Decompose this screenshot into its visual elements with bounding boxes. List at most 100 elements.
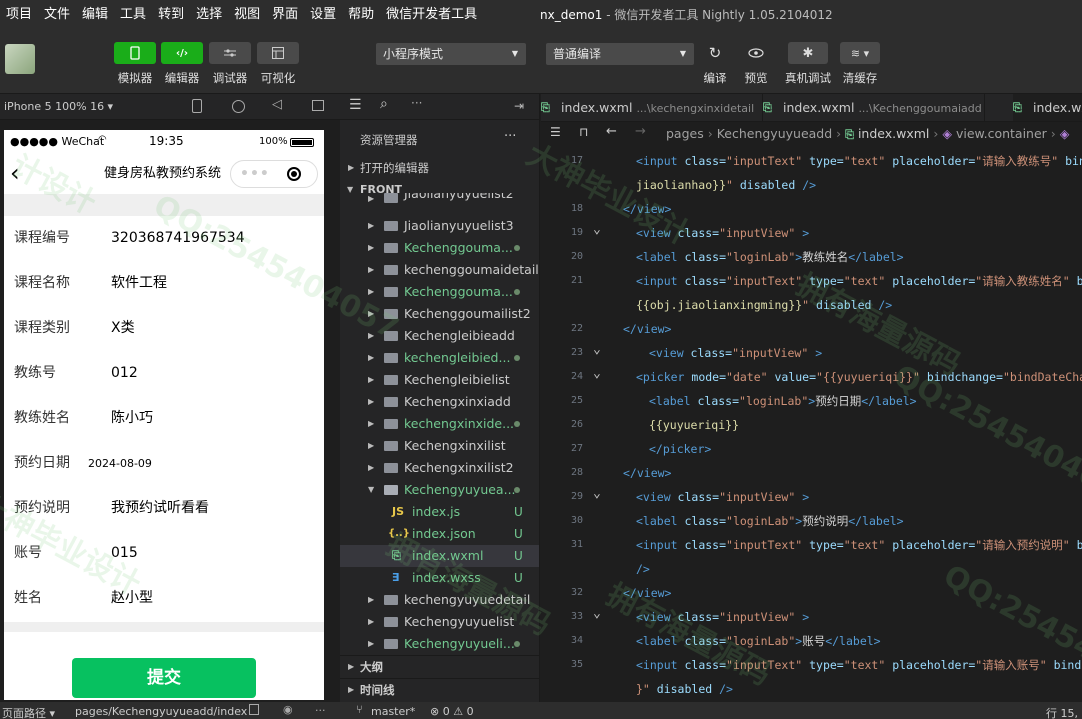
menu-item[interactable]: 设置 <box>304 0 342 30</box>
simulator-header: iPhone 5 100% 16 ▾ ◁ <box>0 94 340 120</box>
outline-section[interactable]: ▶ 大纲 <box>340 655 539 677</box>
preview-button[interactable] <box>741 42 771 64</box>
tree-folder[interactable]: ▶ Kechenggouma... <box>340 281 539 303</box>
tree-folder[interactable]: ▶ Kechengleibielist <box>340 369 539 391</box>
tree-folder[interactable]: ▶ Kechengxinxilist <box>340 435 539 457</box>
menu-item[interactable]: 视图 <box>228 0 266 30</box>
mode-select[interactable]: 小程序模式 ▼ <box>376 43 526 65</box>
submit-button[interactable]: 提交 <box>72 658 256 698</box>
list-icon[interactable]: ☰ <box>550 125 561 139</box>
open-editors-section[interactable]: ▶ 打开的编辑器 <box>340 157 539 179</box>
files-icon[interactable]: ☰ <box>349 97 362 113</box>
tree-file[interactable]: ⎘ index.wxml U <box>340 545 539 567</box>
menu-item[interactable]: 工具 <box>114 0 152 30</box>
copy-icon[interactable] <box>249 704 259 715</box>
menu-item[interactable]: 编辑 <box>76 0 114 30</box>
tree-folder[interactable]: ▶ kechenggoumaidetail <box>340 259 539 281</box>
record-icon[interactable] <box>232 100 245 113</box>
tree-folder[interactable]: ▶ Jiaolianyuyuelist3 <box>340 215 539 237</box>
popout-icon[interactable] <box>312 100 324 111</box>
menu-item[interactable]: 转到 <box>152 0 190 30</box>
layers-icon: ≋ ▾ <box>850 46 870 60</box>
back-arrow-icon[interactable]: ← <box>606 124 617 139</box>
tree-item-label: Kechengxinxilist <box>404 438 506 453</box>
chevron-right-icon: ▶ <box>368 243 375 252</box>
search-icon[interactable]: ⌕ <box>380 96 388 112</box>
code-token: /> <box>802 178 817 192</box>
compile-mode-select[interactable]: 普通编译 ▼ <box>546 43 694 65</box>
tree-file[interactable]: JS index.js U <box>340 501 539 523</box>
menu-item[interactable]: 选择 <box>190 0 228 30</box>
more-icon[interactable]: ··· <box>411 96 422 110</box>
rotate-device-icon[interactable] <box>192 99 202 113</box>
real-debug-button[interactable]: ✱ <box>788 42 828 64</box>
tree-folder[interactable]: ▼ Kechengyuyuea... <box>340 479 539 501</box>
volume-icon[interactable]: ◁ <box>272 97 282 112</box>
line-number: 25 <box>570 395 583 406</box>
tree-folder[interactable]: ▶ Kechenggouma... <box>340 237 539 259</box>
fold-chevron-icon[interactable]: ⌄ <box>593 218 601 242</box>
menu-item[interactable]: 文件 <box>38 0 76 30</box>
editor-toggle-button[interactable]: ‹/› <box>161 42 203 64</box>
code-token: > <box>802 490 810 504</box>
tree-folder[interactable]: ▶ kechengyuyuedetail <box>340 589 539 611</box>
code-token: disabled <box>816 298 879 312</box>
clear-cache-button[interactable]: ≋ ▾ <box>840 42 880 64</box>
code-editor[interactable]: 17 <input class="inputText" type="text" p… <box>541 146 1082 702</box>
code-text: <input class="inputText" type="text" pla… <box>636 269 1082 293</box>
fold-chevron-icon[interactable]: ⌄ <box>593 338 601 362</box>
chevron-right-icon: ▶ <box>348 163 355 172</box>
tree-folder[interactable]: ▶ Jiaolianyuyuelist2 <box>340 193 539 205</box>
code-token: "请输入教练姓名" <box>975 274 1077 288</box>
code-token: class= <box>677 490 720 504</box>
tree-folder[interactable]: ▶ Kechengyuyueli... <box>340 633 539 655</box>
menu-item[interactable]: 帮助 <box>342 0 380 30</box>
explorer-more-icon[interactable]: ··· <box>504 129 516 144</box>
editor-tab[interactable]: ⎘ index.wxml ...\kechengxinxidetail <box>541 94 763 121</box>
debugger-toggle-button[interactable] <box>209 42 251 64</box>
tree-folder[interactable]: ▶ Kechengxinxilist2 <box>340 457 539 479</box>
back-icon[interactable]: ‹ <box>10 158 20 188</box>
compile-button[interactable]: ↻ <box>700 42 730 64</box>
breadcrumb-item[interactable]: index.wxml <box>858 126 929 141</box>
menu-item[interactable]: 项目 <box>0 0 38 30</box>
field-value[interactable]: 2024-08-09 <box>88 441 152 486</box>
page-path-label[interactable]: 页面路径 ▾ <box>2 705 55 719</box>
cursor-position[interactable]: 行 15, <box>1046 705 1078 719</box>
timeline-section[interactable]: ▶ 时间线 <box>340 678 539 700</box>
editor-tab[interactable]: ⎘ index.wxml ...\Kechenggoumaiadd <box>763 94 985 121</box>
tree-file[interactable]: {..} index.json U <box>340 523 539 545</box>
tree-folder[interactable]: ▶ Kechengxinxiadd <box>340 391 539 413</box>
breadcrumb-item[interactable]: view.container <box>956 126 1047 141</box>
editor-tab[interactable]: ⎘ index.wxml <box>1013 94 1082 121</box>
forward-arrow-icon[interactable]: → <box>635 124 646 139</box>
tree-folder[interactable]: ▶ Kechengleibieadd <box>340 325 539 347</box>
split-editor-icon[interactable]: ⇥ <box>514 99 524 113</box>
tree-folder[interactable]: ▶ kechengleibied... <box>340 347 539 369</box>
device-select[interactable]: iPhone 5 100% 16 ▾ <box>4 94 113 120</box>
problems-count[interactable]: ⊗ 0 ⚠ 0 <box>430 705 474 718</box>
more-icon[interactable]: ··· <box>315 704 326 717</box>
simulator-toggle-button[interactable] <box>114 42 156 64</box>
eye-icon[interactable]: ◉ <box>283 703 293 716</box>
close-mini-program-icon[interactable] <box>287 167 301 181</box>
tree-folder[interactable]: ▶ kechengxinxide... <box>340 413 539 435</box>
tree-file[interactable]: ∃ index.wxss U <box>340 567 539 589</box>
field-value: 陈小巧 <box>111 410 153 426</box>
menu-item[interactable]: 界面 <box>266 0 304 30</box>
fold-chevron-icon[interactable]: ⌄ <box>593 482 601 506</box>
code-text: {{yuyueriqi}} <box>649 413 739 437</box>
visualize-toggle-button[interactable] <box>257 42 299 64</box>
fold-chevron-icon[interactable]: ⌄ <box>593 602 601 626</box>
tree-folder[interactable]: ▶ Kechengyuyuelist <box>340 611 539 633</box>
breadcrumb-item[interactable]: Kechengyuyueadd <box>717 126 832 141</box>
menu-item[interactable]: 微信开发者工具 <box>380 0 483 30</box>
git-branch[interactable]: master* <box>371 705 415 718</box>
bookmark-icon[interactable]: ⊓ <box>579 125 588 139</box>
avatar[interactable] <box>5 44 35 74</box>
fold-chevron-icon[interactable]: ⌄ <box>593 362 601 386</box>
js-file-icon: JS <box>392 505 405 518</box>
tree-folder[interactable]: ▶ Kechenggoumailist2 <box>340 303 539 325</box>
breadcrumb-item[interactable]: pages <box>666 126 704 141</box>
more-icon[interactable]: ••• <box>240 161 270 187</box>
